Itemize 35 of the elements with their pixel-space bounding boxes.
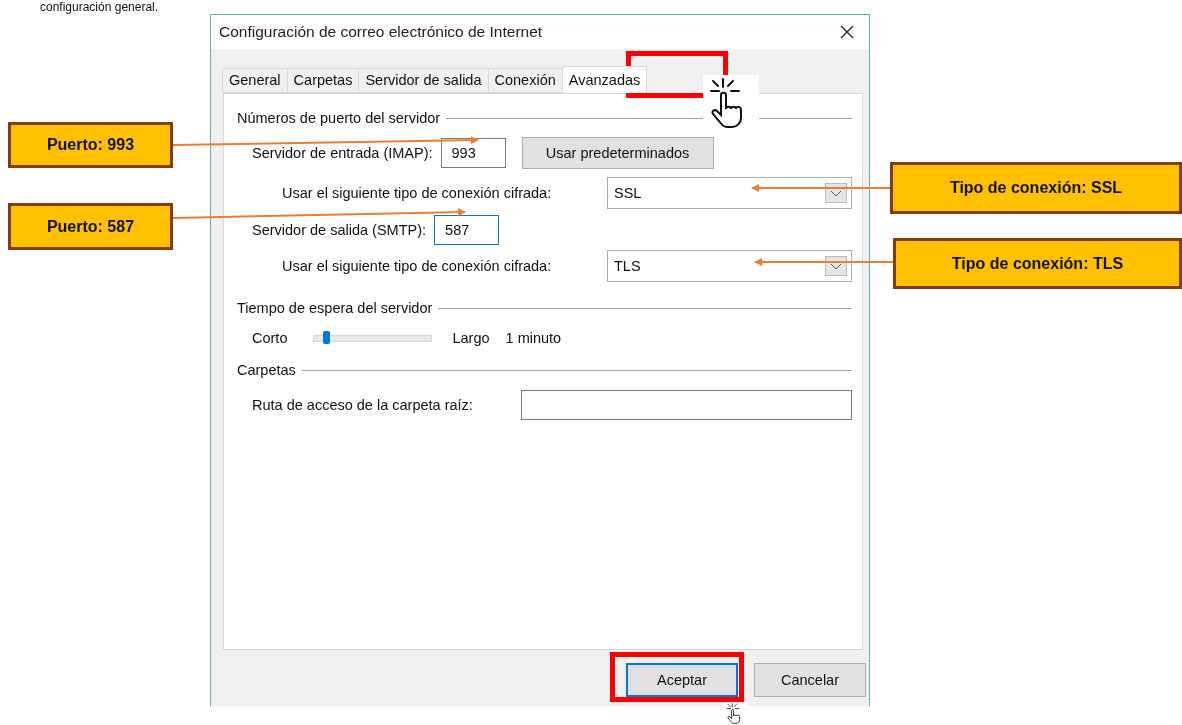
intro-text: configuración general. (40, 0, 159, 14)
section-heading: Números de puerto del servidor (237, 110, 441, 126)
slider-track[interactable] (313, 334, 433, 342)
tab[interactable]: Avanzadas (561, 66, 648, 93)
dialog-button[interactable]: Aceptar (626, 663, 738, 697)
close-icon[interactable] (839, 24, 855, 40)
caret-icon (825, 183, 847, 203)
field-label: Servidor de entrada (IMAP): (252, 145, 433, 161)
dialog-button[interactable]: Cancelar (754, 663, 866, 697)
input-field[interactable]: 993 (440, 138, 506, 168)
slider-thumb[interactable] (323, 330, 331, 344)
tab[interactable]: Conexión (487, 68, 563, 93)
caret-icon (825, 256, 847, 276)
input-field[interactable] (521, 390, 852, 420)
callout-label: Tipo de conexión: TLS (893, 238, 1182, 289)
tab[interactable]: Servidor de salida (358, 68, 489, 93)
dropdown[interactable]: TLS (607, 250, 852, 282)
dropdown[interactable]: SSL (607, 177, 852, 209)
field-label: Usar el siguiente tipo de conexión cifrada: (282, 185, 552, 201)
tab[interactable]: General (222, 68, 288, 93)
tab[interactable]: Carpetas (286, 68, 360, 93)
field-label: Servidor de salida (SMTP): (252, 222, 427, 238)
section-heading: Tiempo de espera del servidor (237, 300, 433, 316)
field-label: Ruta de acceso de la carpeta raíz: (252, 397, 473, 413)
slider-reading: 1 minuto (505, 330, 562, 346)
slider-label: Largo (452, 330, 490, 346)
slider-label: Corto (252, 330, 288, 346)
callout-label: Tipo de conexión: SSL (890, 162, 1182, 214)
section-heading: Carpetas (237, 362, 296, 378)
input-field[interactable]: 587 (434, 215, 500, 245)
callout-label: Puerto: 587 (8, 203, 173, 250)
callout-label: Puerto: 993 (8, 122, 173, 168)
window-title: Configuración de correo electrónico de Internet (219, 23, 543, 41)
field-label: Usar el siguiente tipo de conexión cifrada: (282, 258, 552, 274)
defaults-button[interactable]: Usar predeterminados (521, 137, 714, 169)
